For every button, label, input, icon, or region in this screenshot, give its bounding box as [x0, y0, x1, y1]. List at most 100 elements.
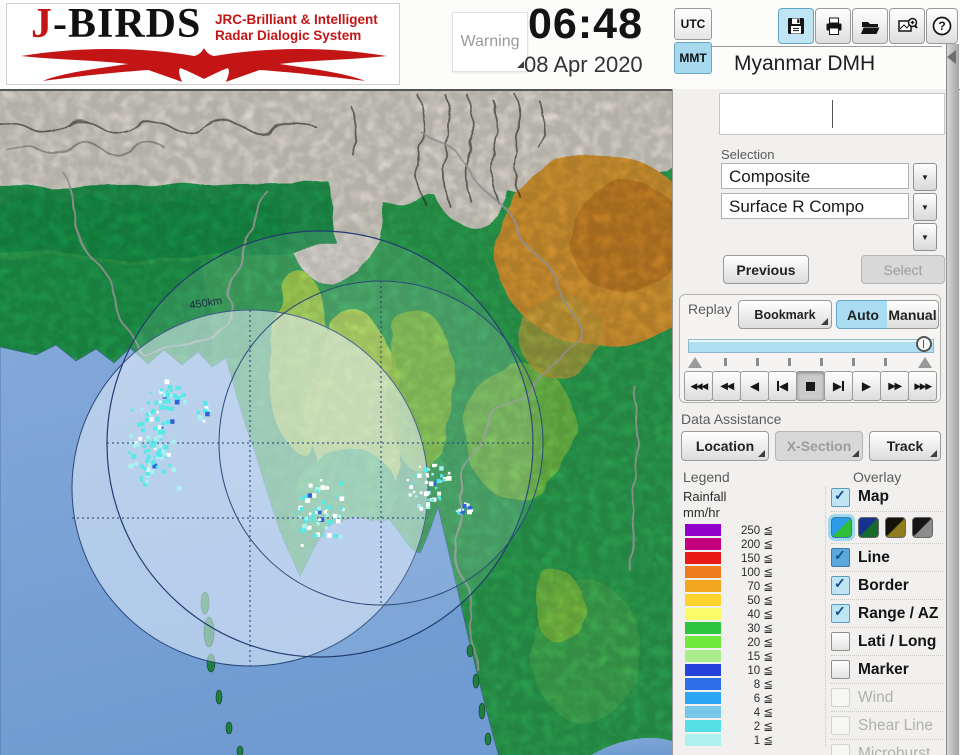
- product-dropdown-2[interactable]: Surface R Compo: [721, 193, 909, 219]
- legend-row: 6 ≦: [683, 692, 821, 705]
- legend-color-swatch: [685, 552, 721, 564]
- new-window-zoom-icon: [898, 17, 918, 32]
- toolbar-print-button[interactable]: [815, 8, 851, 44]
- checkbox-marker[interactable]: [831, 660, 850, 679]
- legend-color-swatch: [685, 622, 721, 634]
- replay-slider-track[interactable]: [688, 336, 934, 353]
- toolbar-help-button[interactable]: ?: [926, 8, 958, 44]
- slider-start-marker: [688, 357, 702, 368]
- toolbar-open-folder-button[interactable]: [852, 8, 888, 44]
- previous-button[interactable]: Previous: [723, 255, 809, 284]
- rewind-fastest-button[interactable]: ◀◀◀: [684, 371, 713, 401]
- step-back-button[interactable]: ◀: [768, 371, 797, 401]
- legend-value: 40 ≦: [747, 609, 773, 621]
- toolbar-new-window-button[interactable]: [889, 8, 925, 44]
- panel-collapse-strip[interactable]: [946, 44, 959, 755]
- map-style-swatch-4[interactable]: [912, 517, 933, 538]
- legend-value: 1 ≦: [753, 735, 773, 747]
- utc-button[interactable]: UTC: [674, 8, 712, 40]
- replay-slider-handle[interactable]: [916, 336, 932, 352]
- legend-color-swatch: [685, 650, 721, 662]
- message-input[interactable]: [719, 93, 945, 135]
- x-section-button: X-Section: [775, 431, 863, 461]
- product-dropdown-1-arrow[interactable]: ▼: [913, 163, 937, 191]
- legend-value: 70 ≦: [747, 581, 773, 593]
- legend-value: 2 ≦: [753, 721, 773, 733]
- step-forward-button[interactable]: ▶: [824, 371, 853, 401]
- checkbox-border[interactable]: ✓: [831, 575, 850, 595]
- selection-label: Selection: [721, 147, 775, 162]
- map-style-swatch-2[interactable]: [858, 517, 879, 538]
- forward-fast-button[interactable]: ▶▶: [880, 371, 909, 401]
- mmt-button[interactable]: MMT: [674, 42, 712, 74]
- clock-time: 06:48: [528, 0, 643, 48]
- overlay-item-label: Line: [858, 548, 890, 566]
- checkbox-range-az[interactable]: ✓: [831, 603, 850, 623]
- play-button[interactable]: ▶: [852, 371, 881, 401]
- legend-row: 100 ≦: [683, 566, 821, 579]
- legend-row: 2 ≦: [683, 720, 821, 733]
- legend-color-swatch: [685, 734, 721, 746]
- legend-row: 250 ≦: [683, 524, 821, 537]
- overlay-item-marker: Marker: [831, 655, 943, 683]
- overlay-item-label: Microburst: [858, 744, 931, 755]
- legend-value: 50 ≦: [747, 595, 773, 607]
- rewind-fast-button[interactable]: ◀◀: [712, 371, 741, 401]
- select-button: Select: [861, 255, 945, 284]
- legend-value: 4 ≦: [753, 707, 773, 719]
- checkbox-lati-long[interactable]: [831, 632, 850, 651]
- product-dropdown-2-arrow[interactable]: ▼: [913, 193, 937, 221]
- overlay-item-microburst: Microburst: [831, 739, 943, 755]
- product-dropdown-1[interactable]: Composite: [721, 163, 909, 189]
- checkbox-microburst: [831, 744, 850, 755]
- legend-value: 100 ≦: [740, 567, 773, 579]
- overlay-item-line: ✓ Line: [831, 543, 943, 571]
- forward-fastest-button[interactable]: ▶▶▶: [908, 371, 937, 401]
- checkbox-line[interactable]: ✓: [831, 547, 850, 567]
- overlay-item-border: ✓ Border: [831, 571, 943, 599]
- replay-auto-button[interactable]: Auto: [836, 300, 890, 329]
- overlay-item-wind: Wind: [831, 683, 943, 711]
- legend-color-swatch: [685, 636, 721, 648]
- toolbar-save-button[interactable]: [778, 8, 814, 44]
- checkbox-wind: [831, 688, 850, 707]
- replay-manual-button[interactable]: Manual: [887, 300, 939, 329]
- track-button[interactable]: Track: [869, 431, 941, 461]
- overlay-item-label: Wind: [858, 688, 894, 706]
- map-canvas[interactable]: 450km: [0, 89, 672, 755]
- replay-group: Replay Bookmark Auto Manual ◀◀◀ ◀◀ ◀ ◀ ▶: [679, 294, 941, 403]
- logo-subtitle: JRC-Brilliant & Intelligent Radar Dialog…: [215, 12, 378, 43]
- checkbox-shear-line: [831, 716, 850, 735]
- legend-value: 150 ≦: [740, 553, 773, 565]
- logo-rest: -BIRDS: [53, 1, 202, 47]
- overlay-item-label: Map: [858, 488, 889, 505]
- checkbox-map[interactable]: ✓: [831, 487, 850, 507]
- open-folder-icon: [861, 22, 880, 34]
- legend-color-swatch: [685, 692, 721, 704]
- legend-value: 30 ≦: [747, 623, 773, 635]
- bookmark-button[interactable]: Bookmark: [738, 300, 832, 329]
- stop-button[interactable]: [796, 371, 825, 401]
- legend-value: 250 ≦: [740, 525, 773, 537]
- map-style-swatch-1[interactable]: [831, 517, 852, 538]
- legend-row: 20 ≦: [683, 636, 821, 649]
- warning-button[interactable]: Warning: [452, 12, 528, 72]
- panel-divider: [712, 46, 942, 47]
- legend-row: 4 ≦: [683, 706, 821, 719]
- map-style-swatch-3[interactable]: [885, 517, 906, 538]
- legend-row: 1 ≦: [683, 734, 821, 747]
- overlay-item-range-az: ✓ Range / AZ: [831, 599, 943, 627]
- play-reverse-button[interactable]: ◀: [740, 371, 769, 401]
- overlay-item-label: Border: [858, 576, 909, 594]
- station-title: Myanmar DMH: [734, 52, 876, 75]
- panel-collapse-arrow-icon: [947, 50, 956, 64]
- legend-color-swatch: [685, 524, 721, 536]
- legend-row: 150 ≦: [683, 552, 821, 565]
- overlay-list: ✓ Map ✓ Line ✓ Border ✓ Range / AZ Lati / Long Ma…: [831, 483, 943, 755]
- product-dropdown-3-arrow[interactable]: ▼: [913, 223, 937, 251]
- replay-slider-ticks: [688, 357, 932, 369]
- legend-value: 10 ≦: [747, 665, 773, 677]
- eagle-icon: [20, 48, 388, 82]
- jbirds-logo: J-BIRDS JRC-Brilliant & Intelligent Rada…: [6, 1, 400, 85]
- location-button[interactable]: Location: [681, 431, 769, 461]
